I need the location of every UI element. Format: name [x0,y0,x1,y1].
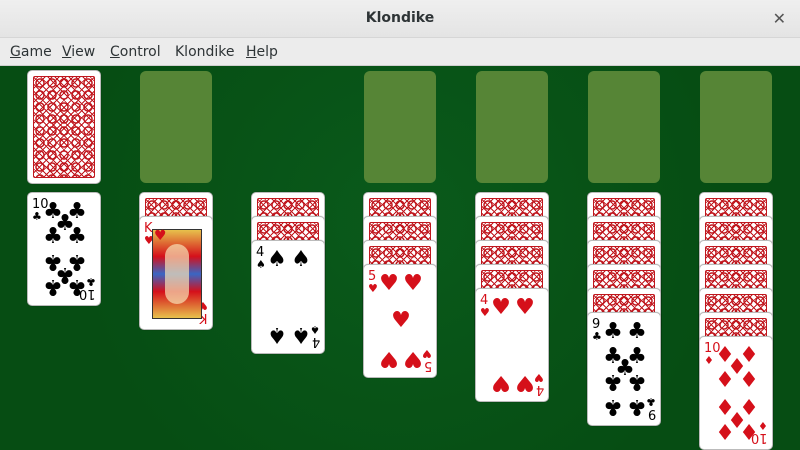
clubs-icon: ♣ [43,274,63,299]
diamonds-icon: ♦ [739,418,759,443]
clubs-icon: ♣ [627,394,647,419]
diamonds-icon: ♦ [715,367,735,393]
diamonds-icon: ♦ [739,367,759,393]
foundation-slot[interactable] [364,71,436,183]
card-rank: 4 [535,382,544,397]
hearts-icon: ♥ [480,306,490,319]
spades-icon: ♠ [267,322,287,347]
spades-icon: ♠ [256,258,266,271]
hearts-icon: ♥ [379,271,399,296]
card-rank: 9 [647,406,656,421]
menu-view[interactable]: View [62,44,95,60]
clubs-icon: ♣ [603,369,623,395]
tableau-card-9-clubs[interactable]: 9 ♣ 9 ♣ ♣ ♣ ♣ ♣ ♣ ♣ ♣ ♣ ♣ [587,312,661,426]
hearts-icon: ♥ [368,282,378,295]
clubs-icon: ♣ [627,369,647,395]
clubs-icon: ♣ [43,223,63,249]
foundation-slot[interactable] [588,71,660,183]
spades-icon: ♠ [291,322,311,347]
clubs-icon: ♣ [627,319,647,344]
menu-view-label: View [62,44,96,60]
hearts-icon: ♥ [391,308,411,333]
hearts-icon: ♥ [491,370,511,395]
foundation-slot[interactable] [700,71,772,183]
card-rank: 4 [311,334,320,349]
clubs-icon: ♣ [603,394,623,419]
spades-icon: ♠ [291,247,311,272]
card-back-pattern [33,76,95,178]
hearts-icon: ♥ [515,295,535,320]
title-bar: Klondike ✕ [0,0,800,38]
menu-klondike[interactable]: Klondike [175,44,235,60]
tableau-card-K-hearts[interactable]: K ♥ K ♥ ♥ [139,216,213,330]
waste-slot[interactable] [140,71,212,183]
tableau-card-5-hearts[interactable]: 5 ♥ 5 ♥ ♥ ♥ ♥ ♥ ♥ [363,264,437,378]
diamonds-icon: ♦ [715,418,735,443]
menu-help[interactable]: Help [246,44,278,60]
tableau-card-4-hearts[interactable]: 4 ♥ 4 ♥ ♥ ♥ ♥ ♥ [475,288,549,402]
tableau-card-10-diamonds[interactable]: 10 ♦ 10 ♦ ♦ ♦ ♦ ♦ ♦ ♦ ♦ ♦ ♦ ♦ [699,336,773,450]
card-rank: 5 [423,358,432,373]
menu-help-label: Help [246,44,278,60]
hearts-icon: ♥ [491,295,511,320]
clubs-icon: ♣ [67,223,87,249]
tableau-card-4-spades[interactable]: 4 ♠ 4 ♠ ♠ ♠ ♠ ♠ [251,240,325,354]
clubs-icon: ♣ [603,319,623,344]
menu-game[interactable]: Game [10,44,52,60]
tableau-card-10-clubs[interactable]: 10 ♣ 10 ♣ ♣ ♣ ♣ ♣ ♣ ♣ ♣ ♣ ♣ ♣ [27,192,101,306]
spades-icon: ♠ [267,247,287,272]
menu-control-label: Control [110,44,161,60]
clubs-icon: ♣ [32,210,42,223]
klondike-window: Klondike ✕ Game View Control Klondike He… [0,0,800,450]
clubs-icon: ♣ [592,330,602,343]
menu-bar: Game View Control Klondike Help [0,38,800,66]
clubs-icon: ♣ [67,274,87,299]
hearts-icon: ♥ [403,271,423,296]
hearts-icon: ♥ [515,370,535,395]
window-title: Klondike [365,10,435,26]
hearts-icon: ♥ [379,346,399,371]
diamonds-icon: ♦ [704,354,714,367]
foundation-slot[interactable] [476,71,548,183]
menu-klondike-label: Klondike [175,44,235,60]
hearts-icon: ♥ [154,228,167,244]
menu-game-label: Game [10,44,52,60]
hearts-icon: ♥ [403,346,423,371]
close-icon[interactable]: ✕ [773,9,786,28]
play-area: 10 ♣ 10 ♣ ♣ ♣ ♣ ♣ ♣ ♣ ♣ ♣ ♣ ♣ K ♥ K ♥ ♥ 4 ♠ 4 ♠ ♠ ♠ ♠ ♠ 5 ♥ 5 ♥ ♥ ♥ ♥ ♥ ♥ 4 ♥… [0,66,800,450]
stock-pile[interactable] [27,70,101,184]
menu-control[interactable]: Control [110,44,161,60]
